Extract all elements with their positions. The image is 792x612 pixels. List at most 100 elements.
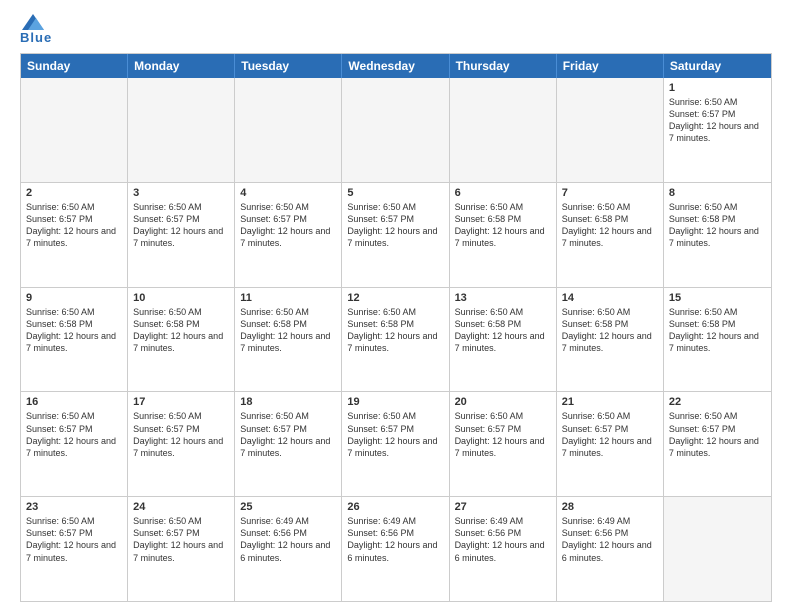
calendar-cell: 4 Sunrise: 6:50 AM Sunset: 6:57 PM Daylig… [235, 183, 342, 287]
calendar-row-2: 9 Sunrise: 6:50 AM Sunset: 6:58 PM Daylig… [21, 287, 771, 392]
day-number: 8 [669, 187, 766, 199]
day-info: Sunrise: 6:50 AM Sunset: 6:57 PM Dayligh… [669, 410, 766, 459]
day-info: Sunrise: 6:50 AM Sunset: 6:58 PM Dayligh… [26, 306, 122, 355]
calendar-cell: 21 Sunrise: 6:50 AM Sunset: 6:57 PM Dayli… [557, 392, 664, 496]
calendar-cell: 25Sunrise: 6:49 AM Sunset: 6:56 PM Dayli… [235, 497, 342, 601]
calendar-cell: 1Sunrise: 6:50 AM Sunset: 6:57 PM Daylig… [664, 78, 771, 182]
day-number: 17 [133, 396, 229, 408]
day-number: 6 [455, 187, 551, 199]
calendar-cell: 17 Sunrise: 6:50 AM Sunset: 6:57 PM Dayli… [128, 392, 235, 496]
calendar-cell: 18 Sunrise: 6:50 AM Sunset: 6:57 PM Dayli… [235, 392, 342, 496]
calendar-cell: 16 Sunrise: 6:50 AM Sunset: 6:57 PM Dayli… [21, 392, 128, 496]
calendar-cell [342, 78, 449, 182]
calendar-cell: 10Sunrise: 6:50 AM Sunset: 6:58 PM Dayli… [128, 288, 235, 392]
calendar-cell: 11 Sunrise: 6:50 AM Sunset: 6:58 PM Dayli… [235, 288, 342, 392]
day-info: Sunrise: 6:50 AM Sunset: 6:57 PM Dayligh… [26, 515, 122, 564]
calendar-cell: 20 Sunrise: 6:50 AM Sunset: 6:57 PM Dayli… [450, 392, 557, 496]
day-info: Sunrise: 6:50 AM Sunset: 6:57 PM Dayligh… [133, 515, 229, 564]
header-day-thursday: Thursday [450, 54, 557, 78]
day-number: 2 [26, 187, 122, 199]
calendar-cell: 2 Sunrise: 6:50 AM Sunset: 6:57 PM Daylig… [21, 183, 128, 287]
calendar-row-3: 16 Sunrise: 6:50 AM Sunset: 6:57 PM Dayli… [21, 391, 771, 496]
day-number: 11 [240, 292, 336, 304]
day-number: 1 [669, 82, 766, 94]
day-info: Sunrise: 6:50 AM Sunset: 6:58 PM Dayligh… [562, 306, 658, 355]
header-day-saturday: Saturday [664, 54, 771, 78]
day-info: Sunrise: 6:50 AM Sunset: 6:58 PM Dayligh… [455, 201, 551, 250]
calendar-cell [450, 78, 557, 182]
day-number: 7 [562, 187, 658, 199]
header-day-monday: Monday [128, 54, 235, 78]
day-info: Sunrise: 6:50 AM Sunset: 6:57 PM Dayligh… [133, 201, 229, 250]
day-number: 18 [240, 396, 336, 408]
calendar-cell [664, 497, 771, 601]
calendar-cell: 27 Sunrise: 6:49 AM Sunset: 6:56 PM Dayli… [450, 497, 557, 601]
day-number: 15 [669, 292, 766, 304]
day-info: Sunrise: 6:50 AM Sunset: 6:57 PM Dayligh… [562, 410, 658, 459]
day-info: Sunrise: 6:50 AM Sunset: 6:58 PM Dayligh… [455, 306, 551, 355]
calendar-cell: 24 Sunrise: 6:50 AM Sunset: 6:57 PM Dayli… [128, 497, 235, 601]
day-number: 16 [26, 396, 122, 408]
calendar-cell [557, 78, 664, 182]
day-info: Sunrise: 6:50 AM Sunset: 6:58 PM Dayligh… [669, 306, 766, 355]
day-number: 24 [133, 501, 229, 513]
calendar-row-0: 1Sunrise: 6:50 AM Sunset: 6:57 PM Daylig… [21, 78, 771, 182]
day-number: 28 [562, 501, 658, 513]
calendar-cell: 6 Sunrise: 6:50 AM Sunset: 6:58 PM Daylig… [450, 183, 557, 287]
logo-subtitle: Blue [20, 30, 52, 45]
calendar-cell: 8 Sunrise: 6:50 AM Sunset: 6:58 PM Daylig… [664, 183, 771, 287]
header: Blue [20, 18, 772, 45]
calendar-cell: 28Sunrise: 6:49 AM Sunset: 6:56 PM Dayli… [557, 497, 664, 601]
day-number: 25 [240, 501, 336, 513]
header-day-wednesday: Wednesday [342, 54, 449, 78]
day-info: Sunrise: 6:50 AM Sunset: 6:57 PM Dayligh… [133, 410, 229, 459]
calendar-cell: 3 Sunrise: 6:50 AM Sunset: 6:57 PM Daylig… [128, 183, 235, 287]
day-info: Sunrise: 6:49 AM Sunset: 6:56 PM Dayligh… [455, 515, 551, 564]
day-number: 19 [347, 396, 443, 408]
day-info: Sunrise: 6:50 AM Sunset: 6:57 PM Dayligh… [240, 201, 336, 250]
day-info: Sunrise: 6:50 AM Sunset: 6:58 PM Dayligh… [562, 201, 658, 250]
day-info: Sunrise: 6:49 AM Sunset: 6:56 PM Dayligh… [347, 515, 443, 564]
calendar-cell: 12 Sunrise: 6:50 AM Sunset: 6:58 PM Dayli… [342, 288, 449, 392]
day-number: 20 [455, 396, 551, 408]
calendar-cell: 5Sunrise: 6:50 AM Sunset: 6:57 PM Daylig… [342, 183, 449, 287]
calendar-row-1: 2 Sunrise: 6:50 AM Sunset: 6:57 PM Daylig… [21, 182, 771, 287]
calendar-row-4: 23 Sunrise: 6:50 AM Sunset: 6:57 PM Dayli… [21, 496, 771, 601]
calendar: SundayMondayTuesdayWednesdayThursdayFrid… [20, 53, 772, 602]
day-number: 12 [347, 292, 443, 304]
day-number: 10 [133, 292, 229, 304]
day-number: 9 [26, 292, 122, 304]
calendar-cell [235, 78, 342, 182]
page: Blue SundayMondayTuesdayWednesdayThursda… [0, 0, 792, 612]
day-info: Sunrise: 6:50 AM Sunset: 6:57 PM Dayligh… [455, 410, 551, 459]
calendar-cell: 14Sunrise: 6:50 AM Sunset: 6:58 PM Dayli… [557, 288, 664, 392]
calendar-cell: 15 Sunrise: 6:50 AM Sunset: 6:58 PM Dayli… [664, 288, 771, 392]
logo: Blue [20, 18, 52, 45]
day-info: Sunrise: 6:50 AM Sunset: 6:57 PM Dayligh… [240, 410, 336, 459]
day-number: 4 [240, 187, 336, 199]
day-number: 13 [455, 292, 551, 304]
day-info: Sunrise: 6:50 AM Sunset: 6:57 PM Dayligh… [26, 410, 122, 459]
day-number: 21 [562, 396, 658, 408]
calendar-cell [21, 78, 128, 182]
calendar-cell: 23 Sunrise: 6:50 AM Sunset: 6:57 PM Dayli… [21, 497, 128, 601]
day-number: 27 [455, 501, 551, 513]
calendar-body: 1 Sunrise: 6:50 AM Sunset: 6:57 PM Daylig… [21, 78, 771, 601]
logo-icon [22, 14, 44, 30]
calendar-header: SundayMondayTuesdayWednesdayThursdayFrid… [21, 54, 771, 78]
day-info: Sunrise: 6:50 AM Sunset: 6:57 PM Dayligh… [347, 410, 443, 459]
day-info: Sunrise: 6:50 AM Sunset: 6:57 PM Dayligh… [347, 201, 443, 250]
day-info: Sunrise: 6:50 AM Sunset: 6:57 PM Dayligh… [26, 201, 122, 250]
calendar-cell: 7 Sunrise: 6:50 AM Sunset: 6:58 PM Daylig… [557, 183, 664, 287]
header-day-sunday: Sunday [21, 54, 128, 78]
day-info: Sunrise: 6:50 AM Sunset: 6:58 PM Dayligh… [347, 306, 443, 355]
day-number: 22 [669, 396, 766, 408]
header-day-tuesday: Tuesday [235, 54, 342, 78]
day-number: 23 [26, 501, 122, 513]
calendar-cell [128, 78, 235, 182]
day-info: Sunrise: 6:50 AM Sunset: 6:58 PM Dayligh… [669, 201, 766, 250]
day-number: 3 [133, 187, 229, 199]
day-info: Sunrise: 6:50 AM Sunset: 6:58 PM Dayligh… [240, 306, 336, 355]
calendar-cell: 22 Sunrise: 6:50 AM Sunset: 6:57 PM Dayli… [664, 392, 771, 496]
day-number: 26 [347, 501, 443, 513]
